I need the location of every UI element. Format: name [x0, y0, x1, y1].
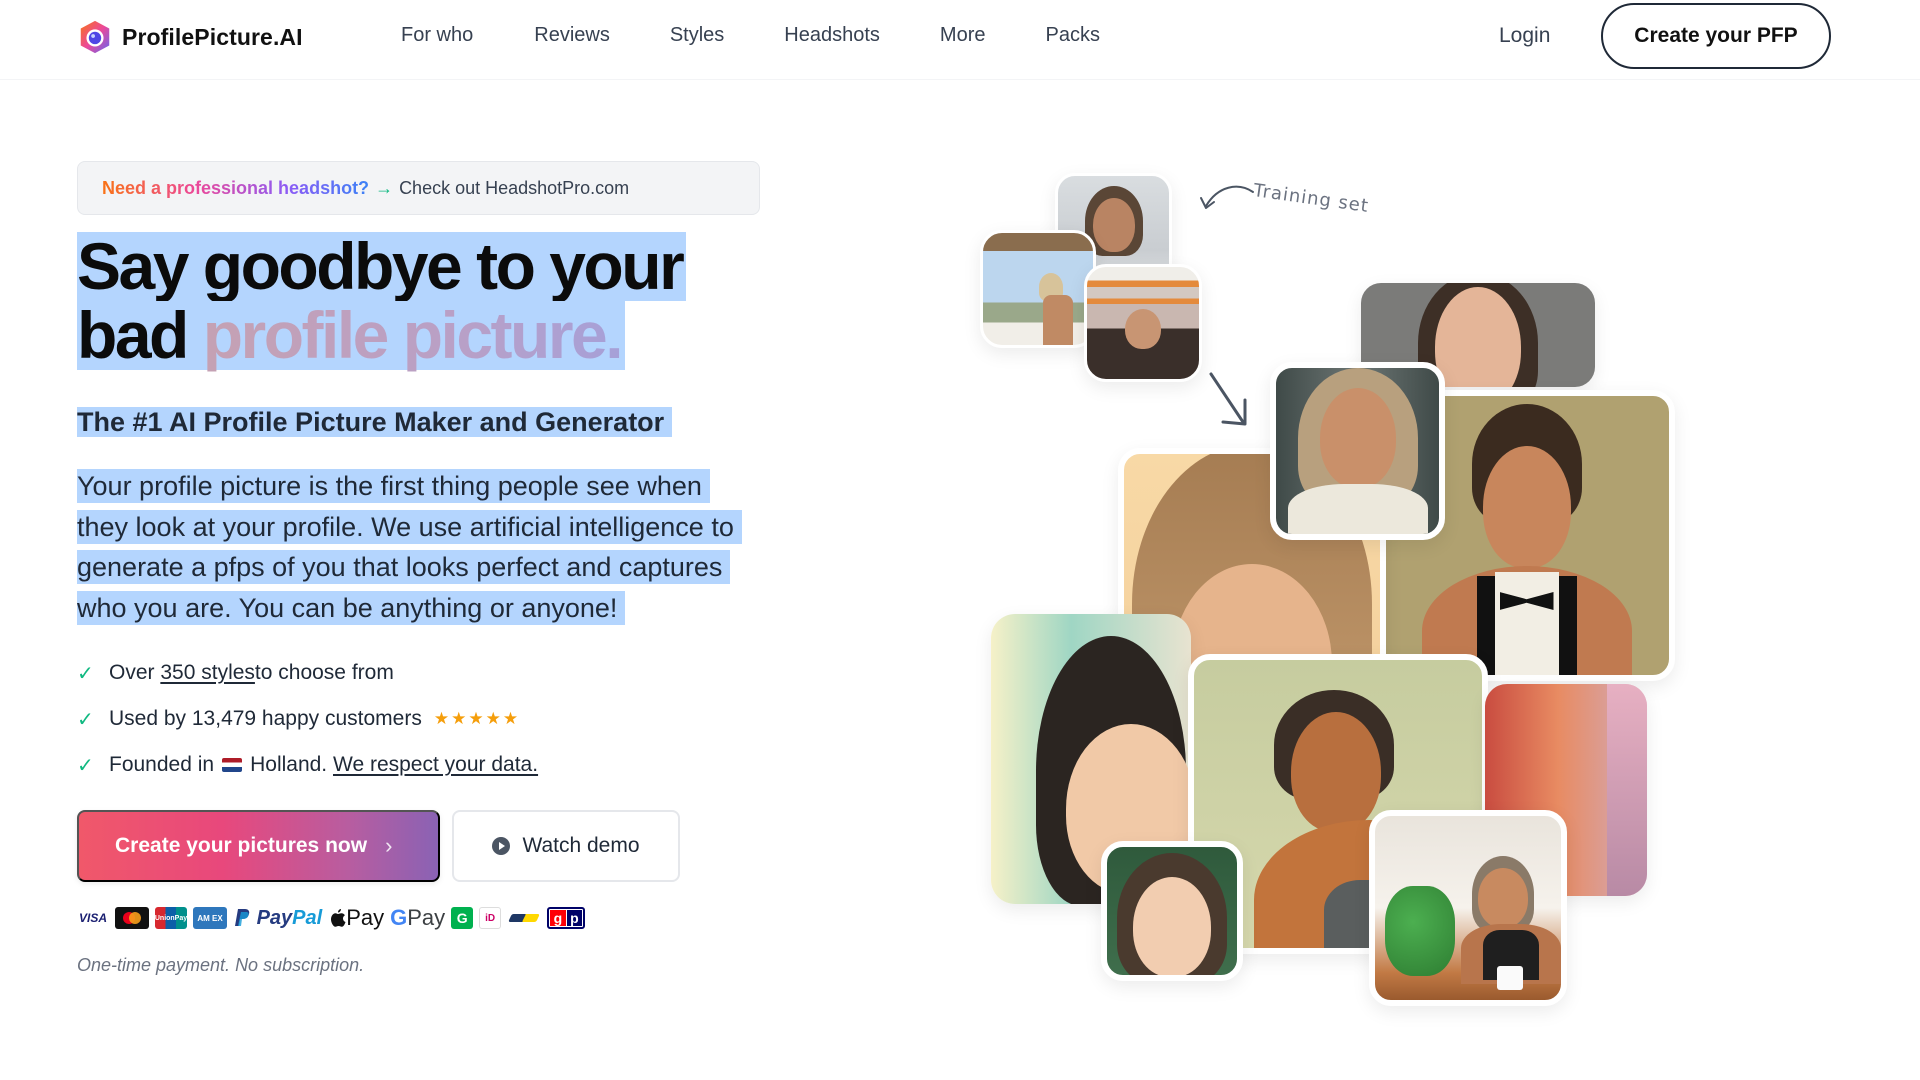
training-photo-store-peace-sign: [1084, 264, 1202, 382]
amex-icon: AM EX: [193, 907, 227, 929]
headline-accent: profile picture.: [202, 298, 624, 372]
headline-plain: bad: [77, 298, 189, 372]
ideal-icon: iD: [479, 907, 502, 929]
paypal-text: Pay: [256, 906, 293, 929]
watch-demo-button[interactable]: Watch demo: [452, 810, 680, 882]
headline-line-2: bad profile picture.: [77, 298, 626, 372]
checkmark-icon: ✓: [77, 662, 94, 685]
netherlands-flag-icon: [222, 758, 243, 772]
training-photo-beach-bar: [980, 230, 1096, 348]
country-text: Holland.: [250, 753, 328, 776]
banner-highlight: Need a professional headshot?: [102, 177, 370, 198]
curved-arrow-icon: [1200, 185, 1254, 209]
hero-description: Your profile picture is the first thing …: [77, 466, 757, 628]
bancontact-shape: [508, 914, 541, 922]
watch-demo-label: Watch demo: [522, 834, 640, 857]
feature-text: Over: [109, 661, 155, 684]
hero-subtitle-text: The #1 AI Profile Picture Maker and Gene…: [77, 407, 673, 437]
apple-logo-icon: [331, 908, 346, 927]
arrow-right-icon: →: [375, 177, 394, 198]
giropay-p: p: [566, 910, 583, 926]
headline-line-1: Say goodbye to your: [77, 232, 687, 301]
feature-text: to choose from: [254, 661, 394, 684]
payment-footnote: One-time payment. No subscription.: [77, 955, 365, 975]
payment-methods: VISA UnionPay AM EX Pay Pal Pay G Pay G i…: [77, 903, 586, 933]
checkmark-icon: ✓: [77, 754, 94, 777]
hero-headline: Say goodbye to your bad profile picture.: [77, 232, 687, 372]
nav-link-more[interactable]: More: [940, 24, 986, 47]
chevron-right-icon: ›: [385, 833, 393, 858]
paypal-text-accent: Pal: [292, 906, 323, 929]
google-g-icon: G: [390, 905, 408, 930]
mastercard-icon: [115, 907, 149, 929]
create-pictures-button[interactable]: Create your pictures now ›: [77, 810, 440, 882]
camera-hexagon-logo-icon: [80, 20, 110, 54]
brand-logo[interactable]: ProfilePicture.AI: [76, 18, 303, 56]
brand-name: ProfilePicture.AI: [122, 23, 303, 50]
generated-photo-anime-green-eyes: [1101, 841, 1243, 981]
create-pfp-button[interactable]: Create your PFP: [1601, 3, 1831, 69]
feature-customers: ✓ Used by 13,479 happy customers ★★★★★: [77, 696, 538, 742]
play-icon: [492, 837, 511, 855]
paypal-icon: Pay Pal: [233, 907, 324, 929]
arrow-down-right-icon: [1209, 372, 1247, 426]
apple-pay-icon: Pay: [330, 905, 385, 930]
feature-styles: ✓ Over 350 styles to choose from: [77, 650, 538, 696]
nav-link-headshots[interactable]: Headshots: [784, 24, 880, 47]
google-pay-icon: G Pay: [390, 905, 446, 930]
nav-link-reviews[interactable]: Reviews: [534, 24, 610, 47]
top-navigation: ProfilePicture.AI For who Reviews Styles…: [0, 0, 1920, 80]
hero-description-text: Your profile picture is the first thing …: [77, 469, 742, 625]
apple-pay-text: Pay: [346, 905, 385, 930]
feature-text: Used by 13,479 happy customers: [109, 707, 422, 730]
paypal-p-icon: [235, 909, 250, 926]
visa-icon: VISA: [78, 911, 107, 925]
checkmark-icon: ✓: [77, 708, 94, 731]
nav-link-packs[interactable]: Packs: [1046, 24, 1100, 47]
data-privacy-link[interactable]: We respect your data.: [333, 753, 538, 777]
google-pay-text: Pay: [407, 905, 446, 930]
feature-text: Founded in: [109, 753, 215, 776]
training-set-label: Training set: [1252, 180, 1371, 217]
hero-subtitle: The #1 AI Profile Picture Maker and Gene…: [77, 401, 673, 443]
bancontact-icon: [507, 907, 541, 929]
feature-checklist: ✓ Over 350 styles to choose from ✓ Used …: [77, 650, 538, 788]
giropay-icon: gp: [547, 907, 586, 929]
create-pictures-label: Create your pictures now: [115, 834, 368, 857]
grabpay-icon: G: [451, 907, 474, 929]
feature-founded: ✓ Founded in Holland. We respect your da…: [77, 742, 538, 788]
star-rating-icon: ★★★★★: [433, 709, 521, 728]
styles-link[interactable]: 350 styles: [160, 661, 255, 685]
nav-link-for-who[interactable]: For who: [401, 24, 473, 47]
login-link[interactable]: Login: [1499, 24, 1550, 48]
generated-photo-cafe-smiling: [1369, 810, 1567, 1006]
banner-link-text: Check out HeadshotPro.com: [399, 177, 630, 198]
nav-links: For who Reviews Styles Headshots More Pa…: [401, 24, 1160, 47]
nav-link-styles[interactable]: Styles: [670, 24, 724, 47]
unionpay-icon: UnionPay: [155, 907, 187, 929]
generated-photo-sleeveless-top: [1270, 362, 1445, 540]
headshotpro-banner[interactable]: Need a professional headshot? → Check ou…: [77, 161, 760, 215]
giropay-g: g: [550, 910, 566, 926]
